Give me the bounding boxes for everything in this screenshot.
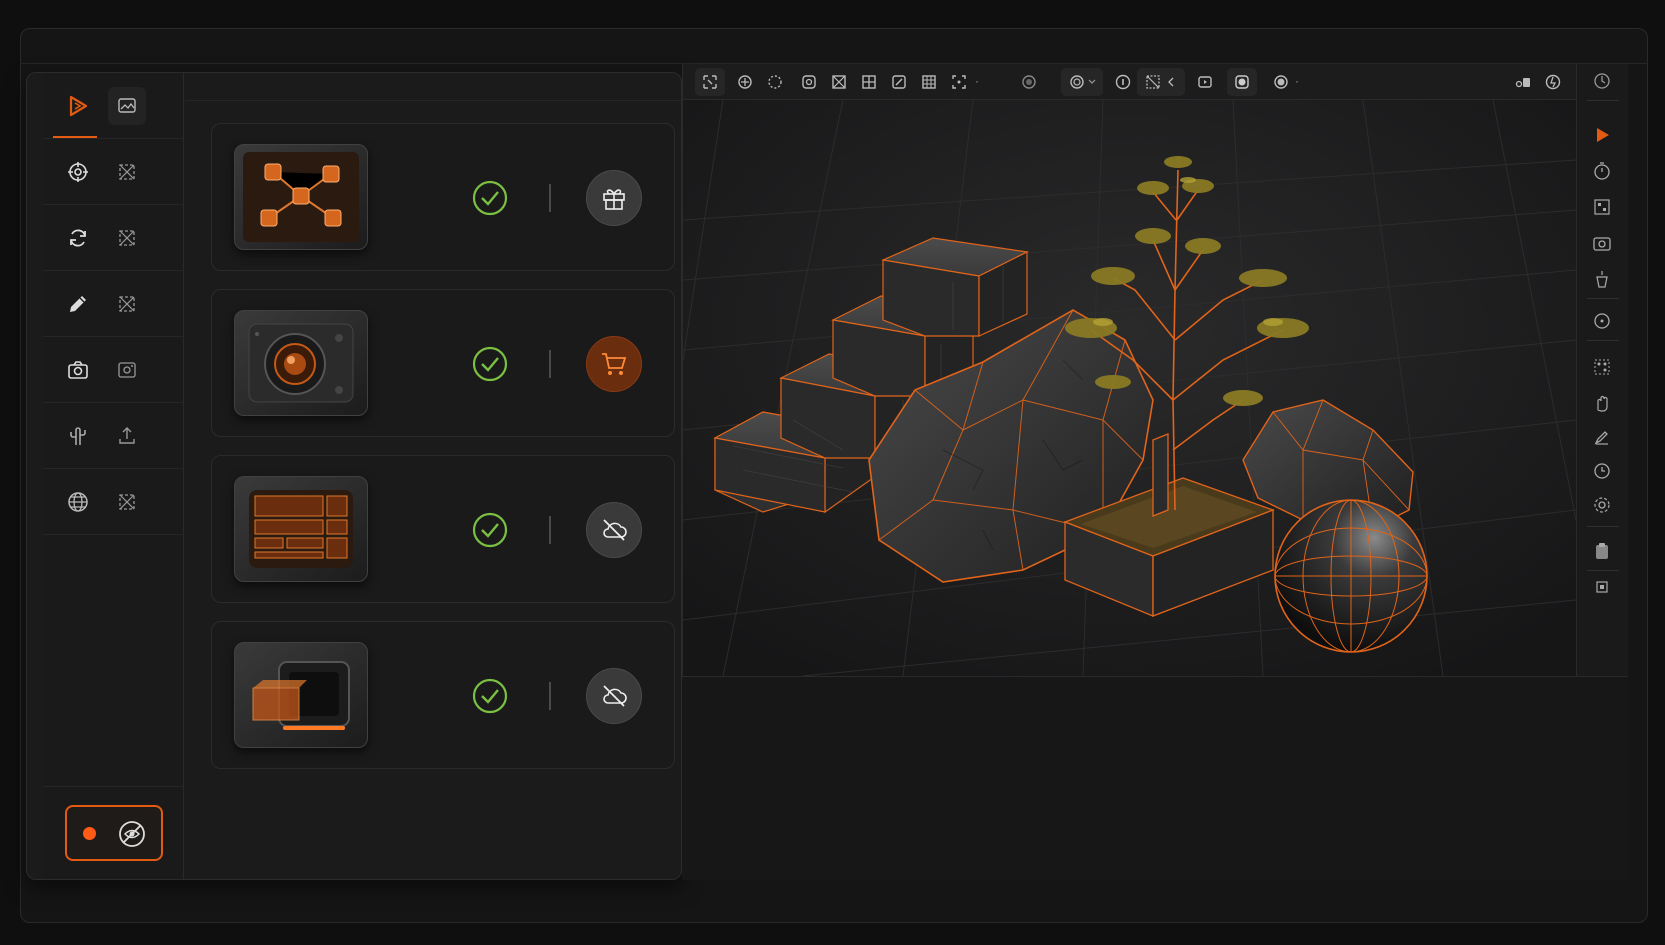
node-graph-thumbnail [234,144,368,250]
cloud-off-button[interactable] [586,502,642,558]
asset-card[interactable] [211,621,675,769]
right-tool-rail [1576,64,1628,676]
pivot-icon[interactable] [1067,72,1087,92]
expand-icon[interactable] [108,483,146,521]
play-logo-icon[interactable] [59,87,97,125]
3d-scene[interactable] [682,99,1577,677]
rail-row-pencil [43,271,184,337]
chevron-left-icon[interactable] [1165,72,1177,92]
rail-row-camera [43,337,184,403]
card-divider [549,350,551,378]
overlay-toggle-icon[interactable] [1513,72,1533,92]
camera-icon[interactable] [59,351,97,389]
cloud-off-button[interactable] [586,668,642,724]
chip-icon[interactable] [1591,576,1613,598]
card-divider [549,516,551,544]
table-icon[interactable] [919,72,939,92]
move-icon[interactable] [735,72,755,92]
sync-icon[interactable] [59,219,97,257]
check-circle-icon [472,512,508,548]
hand-icon[interactable] [1591,392,1613,414]
render-preview-icon[interactable] [1195,72,1215,92]
qr-scan-icon[interactable] [1591,196,1613,218]
check-circle-icon [472,678,508,714]
play-icon[interactable] [1591,124,1613,146]
rail-row-globe [43,469,184,535]
camera-icon[interactable] [1591,232,1613,254]
chevron-down-icon[interactable] [1087,72,1097,92]
paint-icon[interactable] [1591,426,1613,448]
upload-icon[interactable] [108,417,146,455]
asset-panel [26,72,682,880]
gift-button[interactable] [586,170,642,226]
mesh-icon[interactable] [1143,72,1163,92]
rail-row-target [43,139,184,205]
rail-row-cactus [43,403,184,469]
pencil-icon[interactable] [59,285,97,323]
refresh-view-icon[interactable] [1591,70,1613,92]
check-circle-icon [472,180,508,216]
record-dot-icon [83,827,96,840]
rail-divider [1587,526,1619,527]
gift-icon [603,189,625,210]
rail-row-sync [43,205,184,271]
clipboard-icon[interactable] [1591,540,1613,562]
cloud-off-icon [603,519,627,541]
active-indicator [53,136,97,138]
frame-icon[interactable] [949,72,969,92]
screenshot-icon[interactable] [108,351,146,389]
rail-divider [43,786,184,787]
rail-row-home [43,73,184,139]
snap-icon[interactable] [1019,72,1039,92]
shading-material-icon[interactable] [1271,72,1291,92]
card-divider [549,682,551,710]
camera-lens-thumbnail [234,310,368,416]
asset-list-header [185,73,681,101]
eye-off-icon [119,821,145,847]
expand-icon[interactable] [108,153,146,191]
expand-icon[interactable] [108,285,146,323]
rail-divider [1587,100,1619,101]
layout-grid-thumbnail [234,476,368,582]
lower-panel [682,676,1628,880]
tool-rail [43,73,184,879]
rotate-icon[interactable] [765,72,785,92]
image-gallery-icon[interactable] [108,87,146,125]
toolbar-dot: · [975,74,979,88]
target-icon[interactable] [1591,310,1613,332]
check-circle-icon [472,346,508,382]
toolbar-dot: · [1295,74,1299,88]
cloud-off-icon [603,685,627,707]
shading-solid-icon[interactable] [1232,72,1252,92]
cactus-icon[interactable] [59,417,97,455]
rail-divider [1587,340,1619,341]
select-icon[interactable] [700,72,720,92]
asset-card[interactable] [211,289,675,437]
scatter-icon[interactable] [1591,356,1613,378]
timer-icon[interactable] [1591,160,1613,182]
card-divider [549,184,551,212]
target-icon[interactable] [59,153,97,191]
transform-icon[interactable] [829,72,849,92]
asset-card[interactable] [211,123,675,271]
globe-icon[interactable] [59,483,97,521]
light-icon[interactable] [1591,268,1613,290]
asset-card[interactable] [211,455,675,603]
scale-icon[interactable] [799,72,819,92]
record-toggle-button[interactable] [65,805,163,861]
grid-icon[interactable] [859,72,879,92]
viewport-panel: · · [682,64,1577,677]
viewport-toolbar: · · [683,64,1576,100]
history-icon[interactable] [1591,460,1613,482]
cart-icon [602,353,627,375]
cart-button[interactable] [586,336,642,392]
edit-icon[interactable] [889,72,909,92]
settings-icon[interactable] [1591,494,1613,516]
info-icon[interactable] [1113,72,1133,92]
box-extrude-thumbnail [234,642,368,748]
expand-icon[interactable] [108,219,146,257]
gizmo-icon[interactable] [1543,72,1563,92]
rail-divider [1587,298,1619,299]
rail-divider [1587,570,1619,571]
